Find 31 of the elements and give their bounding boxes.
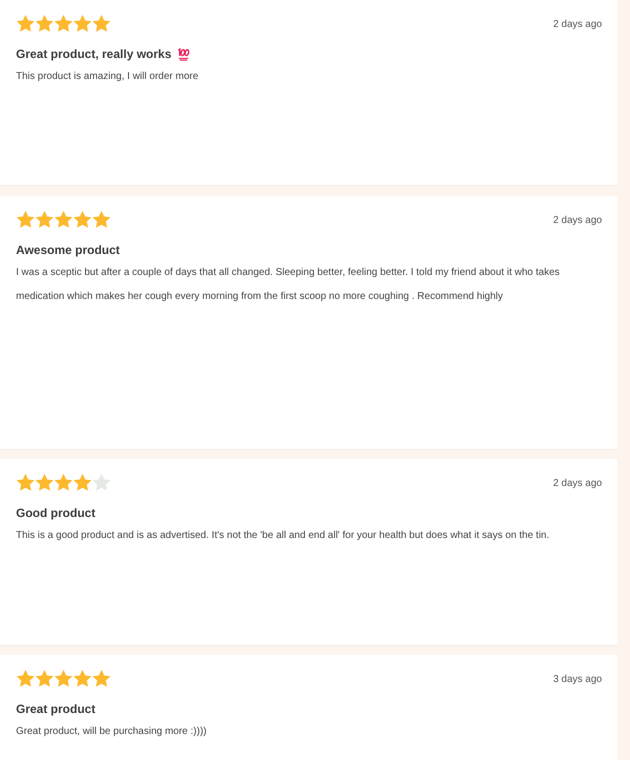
review-text: Great product, will be purchasing more :)))) [16,725,208,739]
star-icon [16,14,35,33]
review-time: 2 days ago [553,18,602,32]
review-text: This is a good product and is as advertised. It's not the 'be all and end all' for your health but does what it says on the tin. [16,529,550,543]
star-icon [35,210,54,229]
review-text: This product is amazing, I will order more [16,70,200,84]
review-text: I was a sceptic but after a couple of days that all changed. Sleeping better, feeling better. I told my friend about it who takes medication which makes her cough every morning from the first scoop no more coughing . Recommend highly [16,266,561,304]
star-icon [73,210,92,229]
star-icon [92,669,111,688]
review-title: Awesome product [16,242,120,259]
review-title: Great product, really works [16,46,172,63]
star-icon [54,473,73,492]
star-icon [16,669,35,688]
star-icon [54,14,73,33]
star-icon [16,210,35,229]
star-icon [73,669,92,688]
review-title: Good product [16,505,96,522]
star-icon [73,14,92,33]
star-icon [73,473,92,492]
review-time: 2 days ago [553,477,602,491]
review-time: 2 days ago [553,214,602,228]
star-icon [54,669,73,688]
star-icon [35,14,54,33]
star-icon [35,473,54,492]
star-icon [54,210,73,229]
star-icon [92,14,111,33]
star-icon [16,473,35,492]
star-icon [92,210,111,229]
star-icon [35,669,54,688]
review-time: 3 days ago [553,673,602,687]
review-title: Great product [16,701,96,718]
